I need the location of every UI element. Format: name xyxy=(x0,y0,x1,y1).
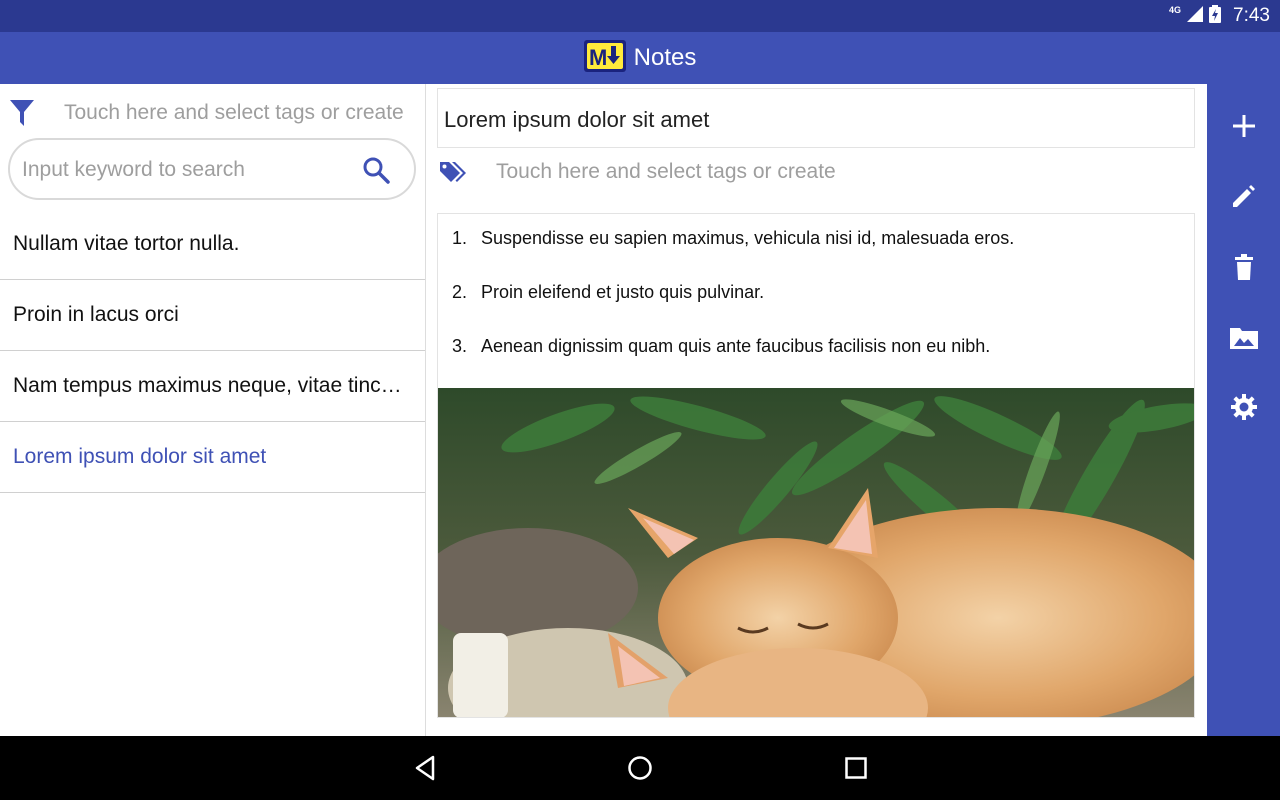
note-list-item[interactable]: Nullam vitae tortor nulla. xyxy=(0,209,425,280)
list-text: Suspendisse eu sapien maximus, vehicula … xyxy=(481,228,1015,248)
note-content[interactable]: 1. Suspendisse eu sapien maximus, vehicu… xyxy=(437,213,1195,718)
tags-placeholder: Touch here and select tags or create xyxy=(496,160,836,183)
signal-icon xyxy=(1187,5,1204,27)
list-number: 3. xyxy=(452,336,468,356)
add-icon[interactable] xyxy=(1229,111,1259,141)
status-indicators: 4G 7:43 xyxy=(1169,0,1270,32)
navigation-bar xyxy=(0,736,1280,800)
note-list-item[interactable]: Nam tempus maximus neque, vitae tincidun… xyxy=(0,351,425,422)
list-item: 3. Aenean dignissim quam quis ante fauci… xyxy=(438,322,1194,376)
sleeping-kittens-photo xyxy=(438,388,1194,717)
image-icon[interactable] xyxy=(1229,322,1259,352)
home-icon[interactable] xyxy=(624,752,656,784)
filter-icon[interactable] xyxy=(10,100,34,131)
note-title-field[interactable]: Lorem ipsum dolor sit amet xyxy=(437,88,1195,148)
note-title: Nullam vitae tortor nulla. xyxy=(13,232,240,255)
note-list: Nullam vitae tortor nulla. Proin in lacu… xyxy=(0,209,425,493)
note-list-item-selected[interactable]: Lorem ipsum dolor sit amet xyxy=(0,422,425,493)
note-editor: Lorem ipsum dolor sit amet Touch here an… xyxy=(426,84,1207,736)
network-type-label: 4G xyxy=(1169,5,1182,15)
search-placeholder: Input keyword to search xyxy=(22,158,245,181)
search-icon[interactable] xyxy=(362,156,390,189)
list-item: 1. Suspendisse eu sapien maximus, vehicu… xyxy=(438,214,1194,268)
delete-icon[interactable] xyxy=(1229,252,1259,282)
search-input[interactable]: Input keyword to search xyxy=(8,138,416,200)
app-title: Notes xyxy=(633,44,697,71)
note-title: Nam tempus maximus neque, vitae tincidun… xyxy=(13,374,403,397)
settings-icon[interactable] xyxy=(1229,392,1259,422)
tag-filter[interactable]: Touch here and select tags or create xyxy=(0,84,425,140)
note-list-item[interactable]: Proin in lacus orci xyxy=(0,280,425,351)
list-item: 2. Proin eleifend et justo quis pulvinar… xyxy=(438,268,1194,322)
note-title: Proin in lacus orci xyxy=(13,303,179,326)
recents-icon[interactable] xyxy=(840,752,872,784)
list-number: 2. xyxy=(452,282,468,302)
svg-text:M: M xyxy=(589,45,607,70)
list-number: 1. xyxy=(452,228,468,248)
back-icon[interactable] xyxy=(409,752,441,784)
status-bar: 4G 7:43 xyxy=(0,0,1280,32)
note-title: Lorem ipsum dolor sit amet xyxy=(13,445,267,468)
clock: 7:43 xyxy=(1233,5,1270,26)
battery-charging-icon xyxy=(1209,4,1222,28)
tags-icon xyxy=(440,160,470,191)
list-text: Proin eleifend et justo quis pulvinar. xyxy=(481,282,765,302)
note-tags-field[interactable]: Touch here and select tags or create xyxy=(438,156,1198,190)
note-list-pane: Touch here and select tags or create Inp… xyxy=(0,84,426,736)
numbered-list: 1. Suspendisse eu sapien maximus, vehicu… xyxy=(438,214,1194,376)
tag-filter-placeholder: Touch here and select tags or create xyxy=(64,101,404,124)
side-toolbar xyxy=(1207,84,1280,736)
app-logo-icon: M xyxy=(583,39,626,77)
edit-icon[interactable] xyxy=(1229,181,1259,211)
app-bar: M Notes xyxy=(0,32,1280,84)
list-text: Aenean dignissim quam quis ante faucibus… xyxy=(481,336,991,356)
